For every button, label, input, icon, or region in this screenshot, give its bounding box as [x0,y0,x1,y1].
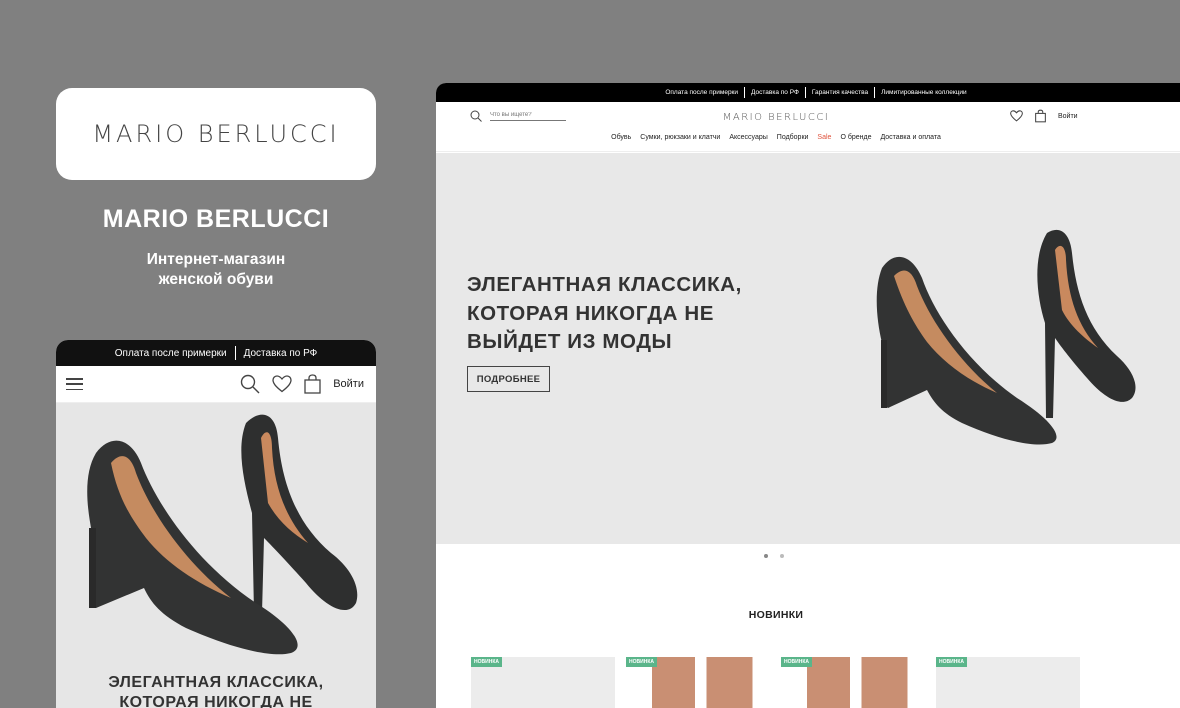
brand-subtitle-line2: женской обуви [158,271,274,288]
desktop-header: MARIO BERLUCCI Войти Обувь Сумки, рюкзак… [436,102,1180,152]
mobile-headline-line2: КОТОРАЯ НИКОГДА НЕ [119,694,313,708]
hero-banner: ЭЛЕГАНТНАЯ КЛАССИКА, КОТОРАЯ НИКОГДА НЕ … [436,153,1180,544]
mobile-header: Войти [56,366,376,403]
topbar-item[interactable]: Доставка по РФ [751,89,799,96]
mobile-hero-banner [56,403,376,708]
mobile-hero-headline: ЭЛЕГАНТНАЯ КЛАССИКА, КОТОРАЯ НИКОГДА НЕ [56,673,376,708]
header-actions: Войти [1010,109,1078,123]
mobile-topbar: Оплата после примерки Доставка по РФ [56,340,376,366]
product-grid: НОВИНКА НОВИНКА НОВИНКА НОВИНКА [471,657,1080,708]
hero-headline-line3: ВЫЙДЕТ ИЗ МОДЫ [467,330,673,353]
product-card[interactable]: НОВИНКА [781,657,925,708]
hero-headline-line2: КОТОРАЯ НИКОГДА НЕ [467,301,715,325]
bag-icon[interactable] [1035,109,1046,123]
mobile-mockup: Оплата после примерки Доставка по РФ Вой… [56,340,376,708]
slider-dots [764,554,784,558]
nav-item-about[interactable]: О бренде [840,134,871,141]
new-arrivals-title: НОВИНКИ [748,609,804,621]
divider [874,87,876,98]
nav-item-collections[interactable]: Подборки [777,134,809,141]
login-link[interactable]: Войти [1058,113,1078,120]
desktop-mockup: Оплата после примерки Доставка по РФ Гар… [436,83,1180,708]
brand-title: MARIO BERLUCCI [102,205,330,233]
new-badge: НОВИНКА [626,657,657,667]
nav-item-sale[interactable]: Sale [817,134,831,141]
slider-dot-1[interactable] [764,554,768,558]
product-card[interactable]: НОВИНКА [936,657,1080,708]
heart-icon[interactable] [1010,110,1023,122]
slider-dot-2[interactable] [780,554,784,558]
menu-icon[interactable] [66,378,83,390]
hero-headline-line1: ЭЛЕГАНТНАЯ КЛАССИКА, [467,273,742,296]
shoes-image [876,229,1136,445]
product-card[interactable]: НОВИНКА [471,657,615,708]
heart-icon[interactable] [272,375,292,393]
shoes-image [87,414,358,655]
brand-logo: MARIO BERLUCCI [92,120,340,148]
topbar-item[interactable]: Оплата после примерки [665,89,738,96]
mobile-topbar-item[interactable]: Доставка по РФ [244,348,318,359]
divider [804,87,806,98]
brand-subtitle: Интернет-магазин женской обуви [56,250,376,290]
new-badge: НОВИНКА [936,657,967,667]
search-icon[interactable] [240,374,260,394]
topbar-item[interactable]: Гарантия качества [812,89,868,96]
bag-icon[interactable] [304,374,321,394]
hero-headline: ЭЛЕГАНТНАЯ КЛАССИКА, КОТОРАЯ НИКОГДА НЕ … [467,271,742,357]
nav-item-shoes[interactable]: Обувь [611,134,631,141]
new-badge: НОВИНКА [471,657,502,667]
mobile-headline-line1: ЭЛЕГАНТНАЯ КЛАССИКА, [108,674,324,691]
nav-item-bags[interactable]: Сумки, рюкзаки и клатчи [640,134,720,141]
desktop-topbar: Оплата после примерки Доставка по РФ Гар… [436,83,1180,102]
main-nav: Обувь Сумки, рюкзаки и клатчи Аксессуары… [436,134,1116,141]
nav-item-delivery[interactable]: Доставка и оплата [880,134,940,141]
product-card[interactable]: НОВИНКА [626,657,770,708]
login-link[interactable]: Войти [333,378,364,390]
topbar-item[interactable]: Лимитированные коллекции [881,89,967,96]
hero-more-button[interactable]: ПОДРОБНЕЕ [467,366,550,392]
nav-item-accessories[interactable]: Аксессуары [729,134,767,141]
new-badge: НОВИНКА [781,657,812,667]
brand-subtitle-line1: Интернет-магазин [146,251,286,268]
logo-card: MARIO BERLUCCI [56,88,376,180]
divider [234,346,236,360]
mobile-topbar-item[interactable]: Оплата после примерки [115,348,227,359]
divider [744,87,746,98]
